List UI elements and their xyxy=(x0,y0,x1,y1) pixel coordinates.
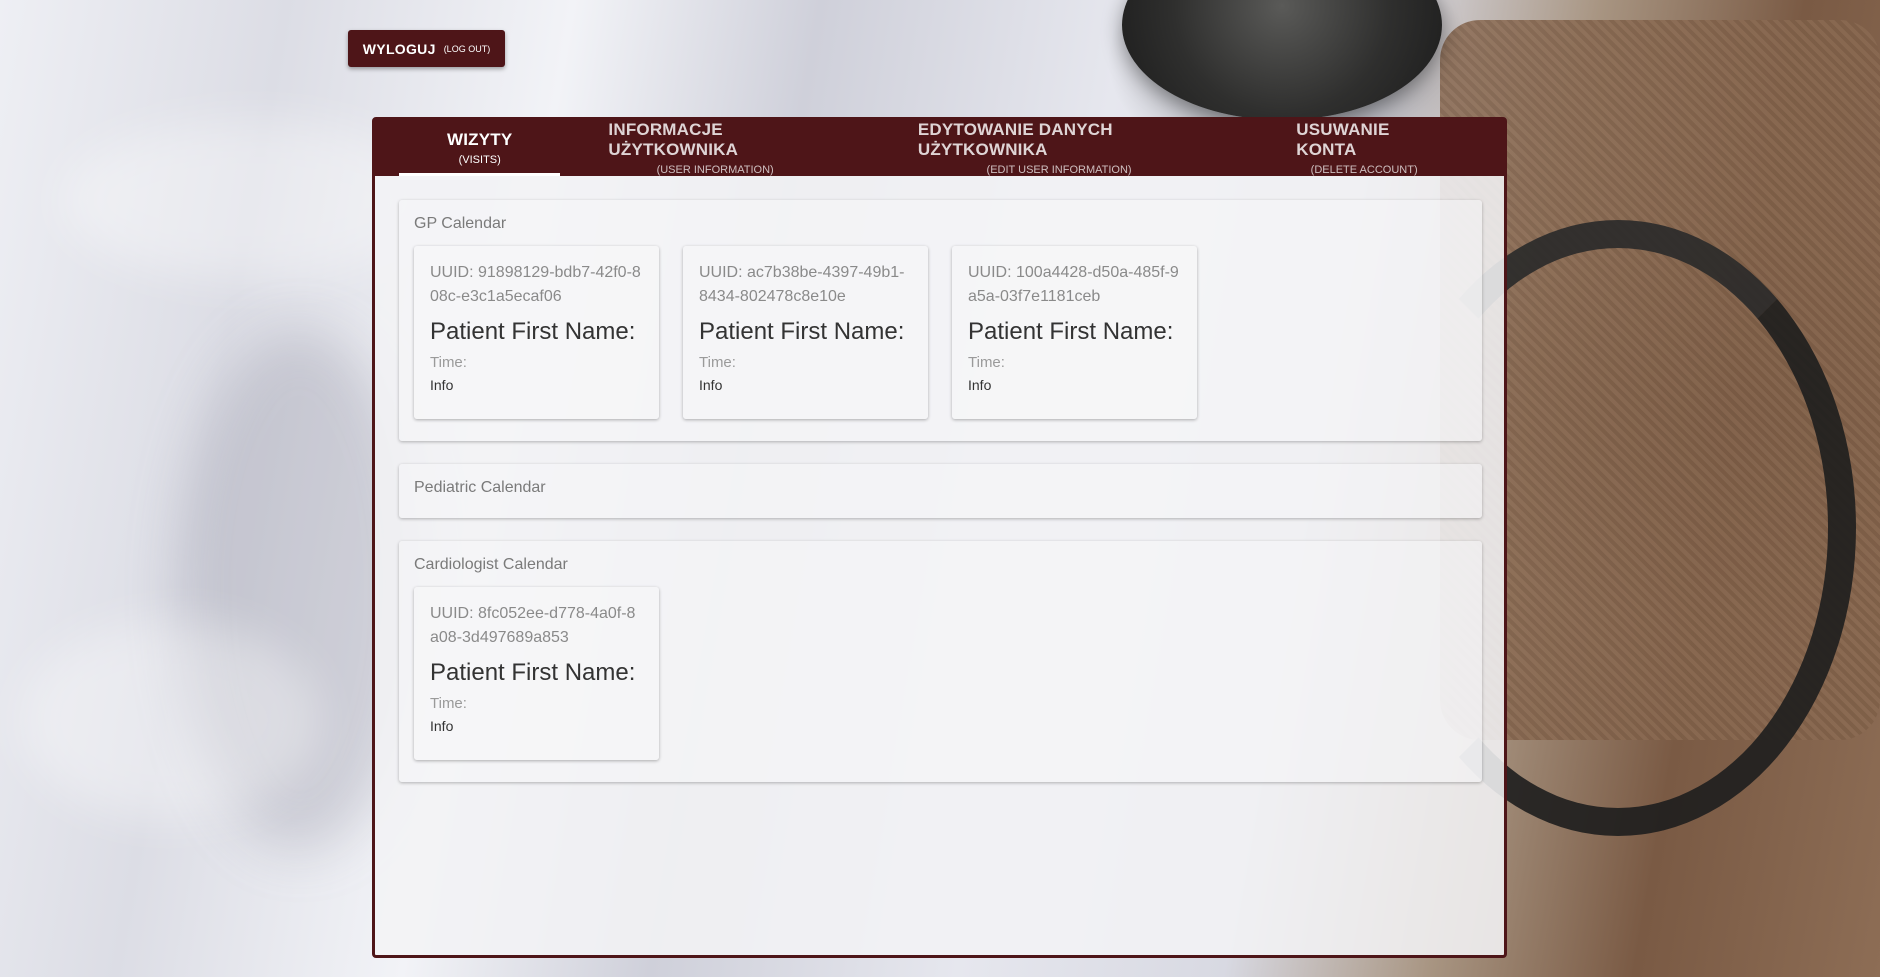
visit-card-list: UUID: 91898129-bdb7-42f0-808c-e3c1a5ecaf… xyxy=(414,246,1467,419)
visit-uuid: UUID: 100a4428-d50a-485f-9a5a-03f7e1181c… xyxy=(968,264,1179,305)
visit-info-label: Info xyxy=(699,377,723,393)
pressure-gauge-image xyxy=(1122,0,1442,120)
tab-label: INFORMACJE UŻYTKOWNIKA xyxy=(608,120,739,159)
tab-label: USUWANIE KONTA xyxy=(1296,120,1390,159)
tab-sublabel: (VISITS) xyxy=(458,154,501,166)
tab-delete-account[interactable]: USUWANIE KONTA (DELETE ACCOUNT) xyxy=(1248,120,1480,176)
cardiologist-calendar: Cardiologist Calendar UUID: 8fc052ee-d77… xyxy=(399,541,1482,782)
visit-uuid: UUID: 8fc052ee-d778-4a0f-8a08-3d497689a8… xyxy=(430,605,636,646)
pediatric-calendar: Pediatric Calendar xyxy=(399,464,1482,518)
patient-first-name-label: Patient First Name: xyxy=(430,659,636,686)
tab-sublabel: (DELETE ACCOUNT) xyxy=(1310,164,1418,176)
visit-info-label: Info xyxy=(430,718,454,734)
visit-time-label: Time: xyxy=(430,354,467,371)
patient-first-name-label: Patient First Name: xyxy=(699,318,905,345)
visit-info-label: Info xyxy=(430,377,454,393)
logout-button[interactable]: WYLOGUJ (LOG OUT) xyxy=(348,30,505,67)
calendar-title: Pediatric Calendar xyxy=(414,479,546,496)
logout-sublabel: (LOG OUT) xyxy=(443,43,491,54)
visit-info-label: Info xyxy=(968,377,992,393)
tab-label: WIZYTY xyxy=(447,130,513,149)
visit-uuid: UUID: 91898129-bdb7-42f0-808c-e3c1a5ecaf… xyxy=(430,264,641,305)
tab-sublabel: (USER INFORMATION) xyxy=(656,164,774,176)
main-panel: WIZYTY (VISITS) INFORMACJE UŻYTKOWNIKA (… xyxy=(372,117,1507,958)
visit-card-list: UUID: 8fc052ee-d778-4a0f-8a08-3d497689a8… xyxy=(414,587,1467,760)
tab-user-information[interactable]: INFORMACJE UŻYTKOWNIKA (USER INFORMATION… xyxy=(560,120,869,176)
patient-first-name-label: Patient First Name: xyxy=(968,318,1174,345)
visit-card[interactable]: UUID: ac7b38be-4397-49b1-8434-802478c8e1… xyxy=(683,246,928,419)
tab-label: EDYTOWANIE DANYCH UŻYTKOWNIKA xyxy=(917,120,1113,159)
tab-sublabel: (EDIT USER INFORMATION) xyxy=(986,164,1132,176)
calendar-title: Cardiologist Calendar xyxy=(414,556,568,573)
gp-calendar: GP Calendar UUID: 91898129-bdb7-42f0-808… xyxy=(399,200,1482,441)
visit-time-label: Time: xyxy=(968,354,1005,371)
patient-first-name-label: Patient First Name: xyxy=(430,318,636,345)
visit-time-label: Time: xyxy=(430,695,467,712)
calendar-title: GP Calendar xyxy=(414,215,507,232)
visit-card[interactable]: UUID: 100a4428-d50a-485f-9a5a-03f7e1181c… xyxy=(952,246,1197,419)
visits-content: GP Calendar UUID: 91898129-bdb7-42f0-808… xyxy=(375,176,1504,782)
background-fold xyxy=(20,620,320,820)
tab-bar: WIZYTY (VISITS) INFORMACJE UŻYTKOWNIKA (… xyxy=(375,120,1504,176)
visit-card[interactable]: UUID: 91898129-bdb7-42f0-808c-e3c1a5ecaf… xyxy=(414,246,659,419)
visit-card[interactable]: UUID: 8fc052ee-d778-4a0f-8a08-3d497689a8… xyxy=(414,587,659,760)
visit-time-label: Time: xyxy=(699,354,736,371)
tab-visits[interactable]: WIZYTY (VISITS) xyxy=(399,120,561,176)
logout-label: WYLOGUJ xyxy=(362,40,436,57)
tab-edit-user-information[interactable]: EDYTOWANIE DANYCH UŻYTKOWNIKA (EDIT USER… xyxy=(870,120,1248,176)
visit-uuid: UUID: ac7b38be-4397-49b1-8434-802478c8e1… xyxy=(699,264,905,305)
